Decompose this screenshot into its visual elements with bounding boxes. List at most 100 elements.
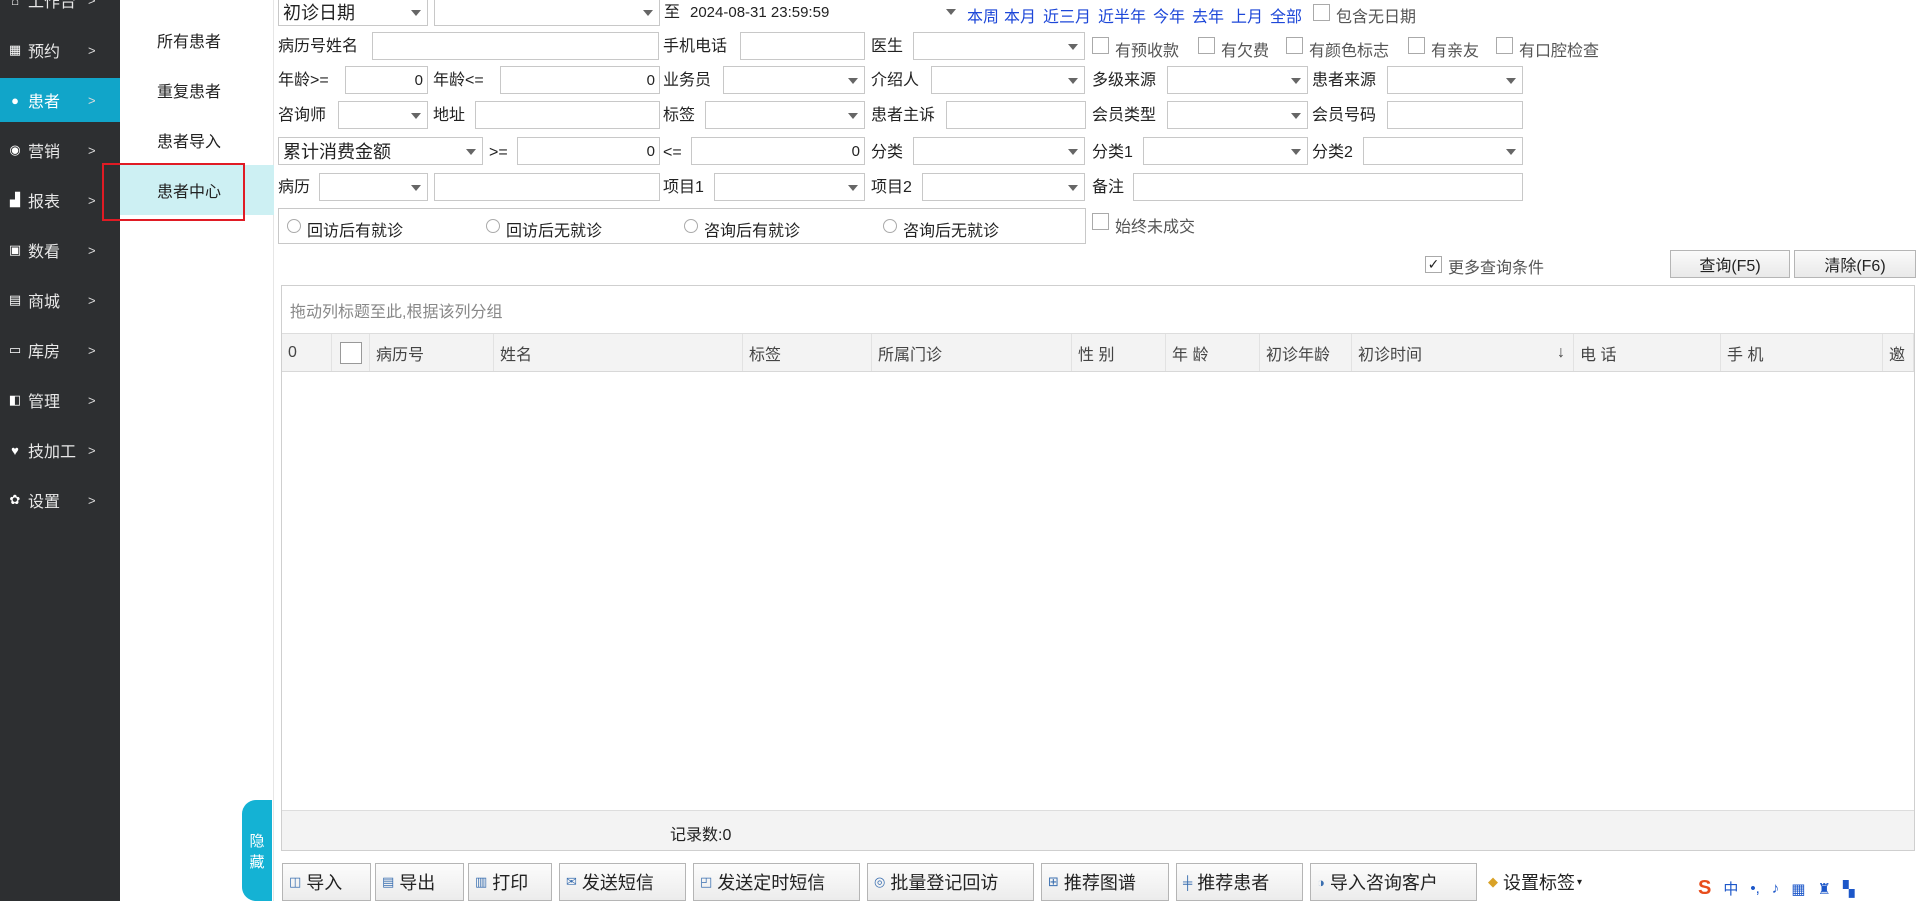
item1-select[interactable]: [714, 173, 865, 201]
complaint-input[interactable]: [946, 101, 1086, 129]
nav-item-workbench[interactable]: ⌂ 工作台 >: [0, 0, 120, 22]
category-select[interactable]: [913, 137, 1085, 165]
multi-source-select[interactable]: [1167, 66, 1308, 94]
amount-le-input[interactable]: 0: [691, 137, 865, 165]
member-no-input[interactable]: [1387, 101, 1523, 129]
record-input[interactable]: [434, 173, 660, 201]
quick-date-last-month[interactable]: 上月: [1231, 3, 1263, 27]
has-relative-checkbox[interactable]: [1408, 37, 1425, 54]
member-type-select[interactable]: [1167, 101, 1308, 129]
quick-date-this-year[interactable]: 今年: [1153, 3, 1185, 27]
radio-consult-visited[interactable]: [684, 219, 698, 233]
set-tag-button[interactable]: ◆ 设置标签 ▾: [1482, 863, 1609, 901]
column-header-clinic[interactable]: 所属门诊: [872, 334, 1072, 371]
date-start-select[interactable]: [434, 0, 660, 26]
ime-logo-icon[interactable]: S: [1698, 877, 1711, 900]
date-end-select[interactable]: 2024-08-31 23:59:59: [686, 0, 962, 26]
nav-item-mall[interactable]: ▤ 商城 >: [0, 278, 120, 322]
amount-type-select[interactable]: 累计消费金额: [278, 137, 483, 165]
date-type-select[interactable]: 初诊日期: [278, 0, 428, 26]
nav-item-manage[interactable]: ◧ 管理 >: [0, 378, 120, 422]
column-header-first-visit-time[interactable]: 初诊时间 ↓: [1352, 334, 1574, 371]
import-consult-customer-button[interactable]: ◑ 导入咨询客户: [1310, 863, 1477, 901]
has-prepay-checkbox[interactable]: [1092, 37, 1109, 54]
patient-source-select[interactable]: [1387, 66, 1523, 94]
clear-button[interactable]: 清除(F6): [1794, 250, 1916, 278]
radio-consult-not-visited[interactable]: [883, 219, 897, 233]
tag-select[interactable]: [705, 101, 865, 129]
batch-revisit-button[interactable]: ◎ 批量登记回访: [867, 863, 1034, 901]
ime-mode[interactable]: 中: [1723, 878, 1738, 899]
nav-item-lab[interactable]: ♥ 技加工 >: [0, 428, 120, 472]
age-ge-input[interactable]: 0: [345, 66, 428, 94]
column-header-age[interactable]: 年 龄: [1166, 334, 1260, 371]
select-all-checkbox[interactable]: [339, 341, 362, 364]
column-header-select[interactable]: [332, 334, 370, 371]
never-deal-checkbox[interactable]: [1092, 213, 1109, 230]
column-header-tag[interactable]: 标签: [743, 334, 872, 371]
salesman-select[interactable]: [723, 66, 865, 94]
quick-date-this-month[interactable]: 本月: [1004, 3, 1036, 27]
column-header-gender[interactable]: 性 别: [1072, 334, 1166, 371]
has-debt-checkbox[interactable]: [1198, 37, 1215, 54]
referrer-select[interactable]: [931, 66, 1085, 94]
quick-date-last-3-months[interactable]: 近三月: [1043, 3, 1091, 27]
nav-item-warehouse[interactable]: ▭ 库房 >: [0, 328, 120, 372]
category2-select[interactable]: [1363, 137, 1523, 165]
record-select[interactable]: [319, 173, 428, 201]
phone-input[interactable]: [740, 32, 865, 60]
nav-item-patient[interactable]: ● 患者 >: [0, 78, 120, 122]
print-button[interactable]: ▥ 打印: [468, 863, 552, 901]
has-oral-exam-checkbox[interactable]: [1496, 37, 1513, 54]
microphone-icon[interactable]: ♪: [1772, 880, 1780, 897]
skin-icon[interactable]: ♜: [1817, 880, 1830, 898]
query-button[interactable]: 查询(F5): [1670, 250, 1790, 278]
column-header-first-visit-age[interactable]: 初诊年龄: [1260, 334, 1352, 371]
column-header-record-no[interactable]: 病历号: [370, 334, 494, 371]
recommend-graph-button[interactable]: ⊞ 推荐图谱: [1041, 863, 1169, 901]
column-header-row-count[interactable]: 0: [282, 334, 332, 371]
submenu-duplicate-patients[interactable]: 重复患者: [120, 65, 274, 115]
more-conditions-checkbox[interactable]: ✓: [1425, 256, 1442, 273]
item2-select[interactable]: [922, 173, 1085, 201]
quick-date-all[interactable]: 全部: [1270, 3, 1302, 27]
column-header-phone[interactable]: 电 话: [1574, 334, 1721, 371]
send-scheduled-sms-button[interactable]: ◰ 发送定时短信: [693, 863, 860, 901]
radio-revisit-visited[interactable]: [287, 219, 301, 233]
nav-item-dashboard[interactable]: ▣ 数看 >: [0, 228, 120, 272]
has-color-mark-checkbox[interactable]: [1286, 37, 1303, 54]
group-by-area[interactable]: 拖动列标题至此,根据该列分组: [282, 286, 1914, 334]
column-header-invite[interactable]: 邀: [1883, 334, 1914, 371]
nav-item-appointment[interactable]: ▦ 预约 >: [0, 28, 120, 72]
quick-date-half-year[interactable]: 近半年: [1098, 3, 1146, 27]
category1-select[interactable]: [1143, 137, 1308, 165]
address-input[interactable]: [475, 101, 660, 129]
nav-item-report[interactable]: ▟ 报表 >: [0, 178, 120, 222]
keyboard-icon[interactable]: ▦: [1791, 880, 1805, 898]
doctor-select[interactable]: [913, 32, 1085, 60]
nav-item-settings[interactable]: ✿ 设置 >: [0, 478, 120, 522]
quick-date-last-year[interactable]: 去年: [1192, 3, 1224, 27]
submenu-patient-import[interactable]: 患者导入: [120, 115, 274, 165]
include-no-date-checkbox[interactable]: [1313, 4, 1330, 21]
remark-input[interactable]: [1133, 173, 1523, 201]
nav-item-marketing[interactable]: ◉ 营销 >: [0, 128, 120, 172]
quick-date-this-week[interactable]: 本周: [967, 3, 999, 27]
column-header-name[interactable]: 姓名: [494, 334, 743, 371]
recommend-patient-button[interactable]: ╪ 推荐患者: [1176, 863, 1303, 901]
hide-panel-tab[interactable]: 隐藏: [242, 800, 272, 901]
record-name-input[interactable]: [372, 32, 659, 60]
send-sms-button[interactable]: ✉ 发送短信: [559, 863, 686, 901]
consultant-select[interactable]: [338, 101, 428, 129]
export-button[interactable]: ▤ 导出: [375, 863, 464, 901]
column-header-mobile[interactable]: 手 机: [1721, 334, 1883, 371]
import-button[interactable]: ◫ 导入: [282, 863, 371, 901]
age-le-input[interactable]: 0: [500, 66, 660, 94]
amount-ge-input[interactable]: 0: [517, 137, 660, 165]
toolbox-icon[interactable]: ▚: [1843, 880, 1855, 898]
radio-revisit-not-visited[interactable]: [486, 219, 500, 233]
submenu-patient-center[interactable]: 患者中心: [120, 165, 274, 215]
punctuation-icon[interactable]: •,: [1750, 880, 1759, 897]
submenu-all-patients[interactable]: 所有患者: [120, 15, 274, 65]
submenu-label: 患者导入: [157, 134, 222, 151]
